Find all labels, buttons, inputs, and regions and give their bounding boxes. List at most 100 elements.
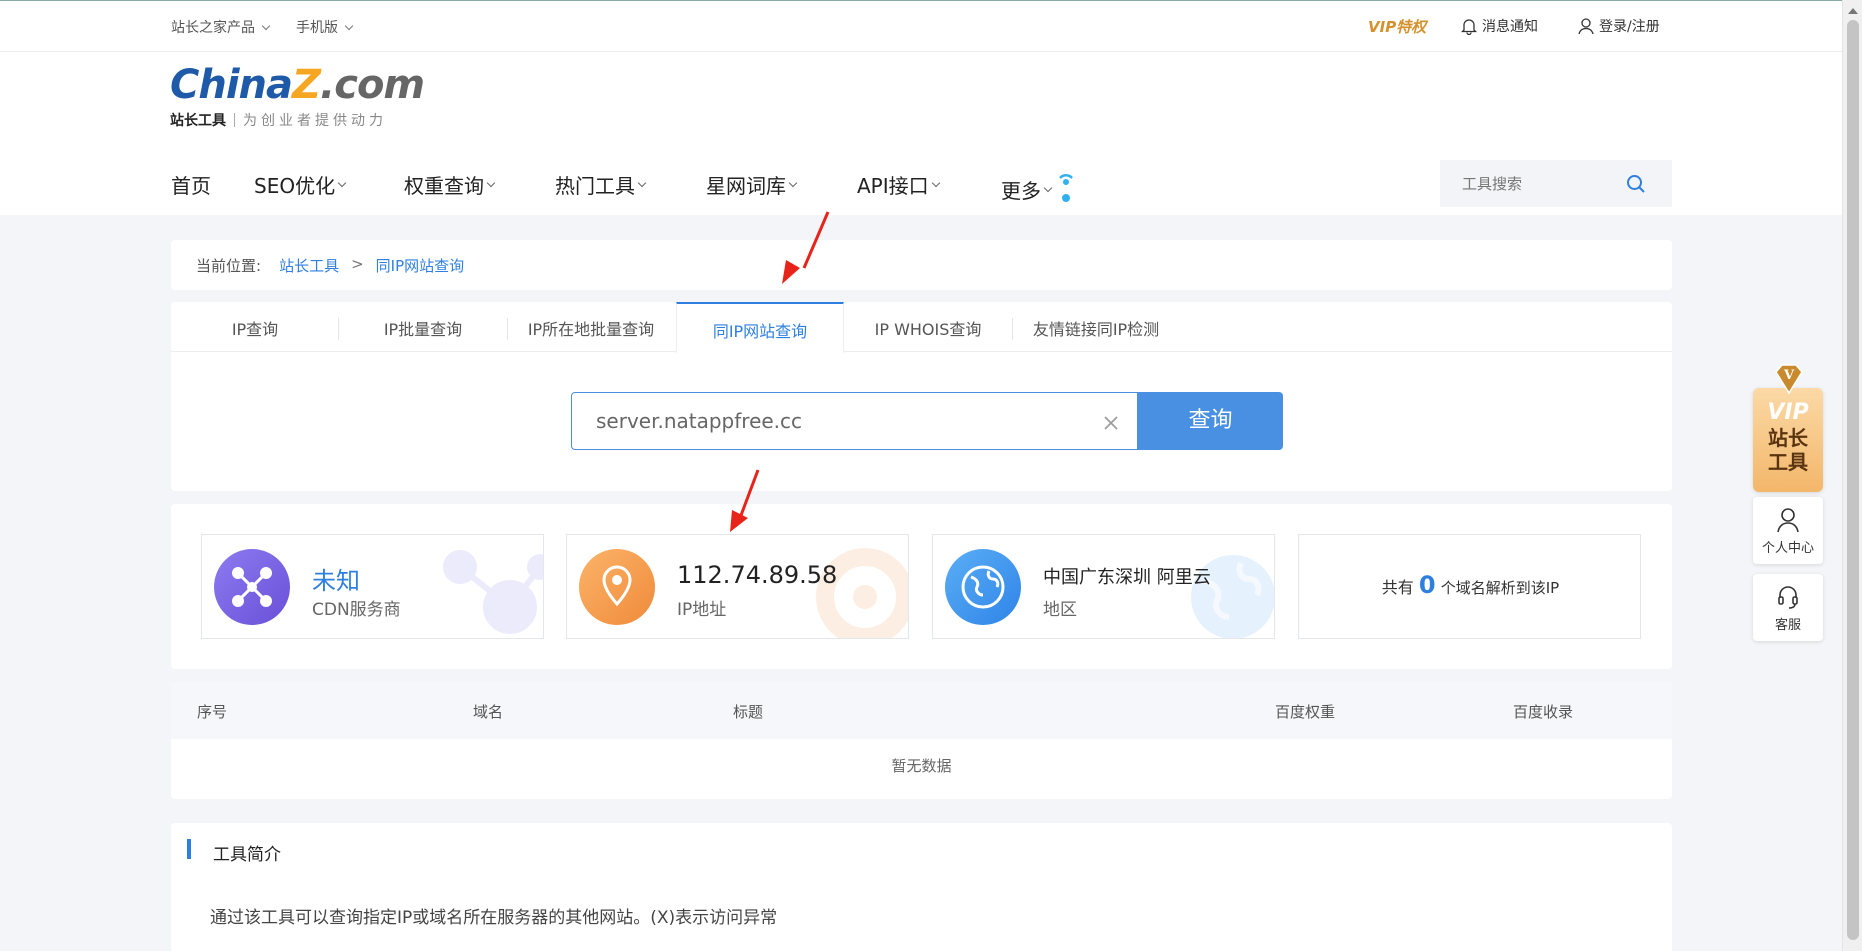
nav-star-lexicon-label: 星网词库 (706, 174, 786, 198)
domain-count-prefix: 共有 (1381, 578, 1414, 597)
tab-friend-link-ip-check[interactable]: 友情链接同IP检测 (1012, 316, 1180, 340)
headset-icon (1778, 586, 1798, 609)
tool-search-input[interactable] (1462, 172, 1622, 196)
chevron-down-icon (931, 178, 940, 188)
logo-wordmark: ChinaZ.com (170, 62, 425, 108)
personal-center-label: 个人中心 (1761, 541, 1814, 556)
tab-ip-location-batch[interactable]: IP所在地批量查询 (507, 316, 675, 340)
tab-ip-whois[interactable]: IP WHOIS查询 (844, 316, 1012, 340)
vip-badge-line3: 工具 (1768, 450, 1808, 474)
tab-ip-query[interactable]: IP查询 (171, 316, 339, 340)
tab-same-ip-sites[interactable]: 同IP网站查询 (676, 318, 844, 342)
nav-api[interactable]: API接口 (857, 170, 940, 199)
empty-table-message: 暂无数据 (891, 757, 952, 775)
vip-badge-line1: VIP (1767, 400, 1809, 425)
target-watermark-icon (816, 548, 908, 638)
vip-tools-badge[interactable]: VIP 站长 工具 (1753, 388, 1823, 492)
ip-icon-circle (579, 549, 655, 625)
column-header-domain: 域名 (473, 703, 504, 721)
user-icon (1777, 508, 1799, 533)
mobile-menu-label: 手机版 (296, 20, 338, 36)
domain-input-box[interactable] (571, 392, 1138, 450)
tool-intro-text: 通过该工具可以查询指定IP或域名所在服务器的其他网站。(X)表示访问异常 (210, 908, 778, 928)
cdn-icon-circle (214, 549, 290, 625)
domain-input[interactable] (596, 407, 1076, 435)
nav-more[interactable]: 更多 (1001, 170, 1075, 208)
logo-divider (234, 113, 235, 127)
region-card: 中国广东深圳 阿里云 地区 (932, 534, 1275, 639)
ip-card: 112.74.89.58 IP地址 (566, 534, 909, 639)
chevron-down-icon (344, 21, 354, 30)
nav-home[interactable]: 首页 (171, 170, 211, 199)
nav-more-label: 更多 (1001, 178, 1041, 203)
network-nodes-icon (232, 567, 272, 607)
notifications-label: 消息通知 (1482, 19, 1538, 35)
annotation-arrow-ip (730, 468, 790, 534)
search-icon[interactable] (1626, 174, 1646, 194)
red-arrow-icon (782, 211, 830, 284)
logo-subtitle-right: 为创业者提供动力 (243, 113, 387, 129)
bell-icon (1460, 19, 1478, 35)
chevron-down-icon (788, 178, 798, 188)
login-register-label: 登录/注册 (1599, 19, 1660, 35)
nav-star-lexicon[interactable]: 星网词库 (706, 170, 798, 199)
site-logo[interactable]: ChinaZ.com 站长工具 为创业者提供动力 (170, 62, 425, 130)
breadcrumb-root-link[interactable]: 站长工具 (279, 255, 339, 276)
breadcrumb-separator: > (351, 255, 364, 273)
red-arrow-icon (730, 469, 760, 532)
query-button[interactable]: 查询 (1138, 392, 1283, 450)
vip-gem-icon: V (1772, 362, 1806, 396)
globe-watermark-icon (1191, 555, 1274, 638)
chevron-down-icon (261, 21, 271, 30)
scrollbar-thumb[interactable] (1847, 20, 1859, 940)
nav-seo-label: SEO优化 (254, 174, 336, 198)
domain-count-text: 共有 0 个域名解析到该IP (1299, 571, 1640, 599)
clear-icon[interactable] (1103, 415, 1119, 431)
region-value: 中国广东深圳 阿里云 (1043, 567, 1211, 588)
user-icon (1578, 18, 1594, 35)
customer-service-button[interactable]: 客服 (1753, 574, 1823, 641)
tool-search-box[interactable] (1440, 160, 1672, 207)
breadcrumb-prefix: 当前位置: (196, 257, 262, 275)
nav-seo[interactable]: SEO优化 (254, 170, 347, 199)
domain-count-value: 0 (1418, 571, 1436, 599)
breadcrumb: 当前位置: 站长工具 > 同IP网站查询 (171, 240, 1672, 290)
cdn-value: 未知 (312, 567, 360, 595)
vip-badge-lines: 站长 工具 (1753, 426, 1823, 474)
tool-intro-title: 工具简介 (213, 845, 281, 865)
tab-ip-batch[interactable]: IP批量查询 (339, 316, 507, 340)
nav-home-label: 首页 (171, 174, 211, 198)
ip-label: IP地址 (677, 600, 727, 620)
column-header-baidu-index[interactable]: 百度收录 (1513, 701, 1573, 722)
table-header-row (171, 682, 1672, 739)
products-menu-label: 站长之家产品 (171, 20, 255, 36)
chevron-down-icon (337, 178, 347, 188)
login-register-link[interactable]: 登录/注册 (1577, 16, 1660, 36)
nav-hot-tools[interactable]: 热门工具 (555, 170, 647, 199)
network-watermark-icon (443, 550, 543, 634)
region-label: 地区 (1043, 600, 1077, 620)
mobile-menu[interactable]: 手机版 (296, 17, 354, 37)
breadcrumb-current: 同IP网站查询 (375, 257, 465, 275)
vip-privilege-link[interactable]: VIP特权 (1368, 16, 1426, 37)
scroll-up-icon[interactable] (1848, 8, 1858, 14)
location-pin-icon (602, 565, 632, 607)
nav-weight[interactable]: 权重查询 (404, 170, 496, 199)
products-menu[interactable]: 站长之家产品 (171, 17, 271, 37)
column-header-title: 标题 (733, 703, 764, 721)
notifications-link[interactable]: 消息通知 (1460, 16, 1538, 36)
column-header-baidu-weight[interactable]: 百度权重 (1275, 701, 1335, 722)
tool-intro-panel: 工具简介 通过该工具可以查询指定IP或域名所在服务器的其他网站。(X)表示访问异… (171, 823, 1672, 951)
logo-subtitle-left: 站长工具 (170, 113, 226, 129)
annotation-arrow-tab (778, 210, 838, 286)
customer-service-label: 客服 (1774, 618, 1801, 633)
nav-hot-tools-label: 热门工具 (555, 174, 635, 198)
chevron-down-icon (486, 178, 496, 188)
personal-center-button[interactable]: 个人中心 (1753, 497, 1823, 564)
vip-badge-line2: 站长 (1768, 426, 1808, 450)
page-scrollbar[interactable] (1842, 0, 1862, 951)
cdn-card: 未知 CDN服务商 (201, 534, 544, 639)
section-accent-bar (187, 839, 191, 859)
logo-brand-part2: Z (292, 62, 321, 108)
chevron-down-icon (637, 178, 647, 188)
